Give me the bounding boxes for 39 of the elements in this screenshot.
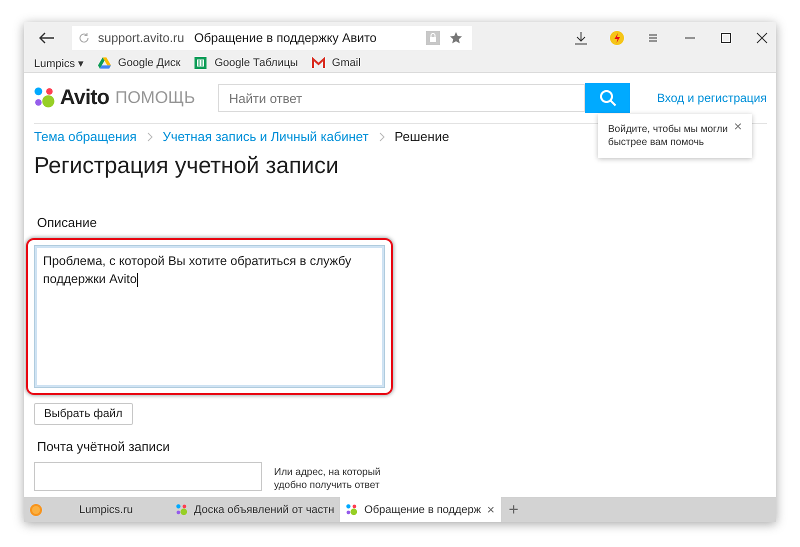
chevron-icon <box>146 132 153 142</box>
site-logo-icon <box>30 504 42 516</box>
bookmark-link[interactable]: Google Диск <box>118 57 180 69</box>
gmail-icon <box>312 57 325 69</box>
avito-dots-icon <box>176 504 188 516</box>
field-hint: Или адрес, на который удобно получить ответ <box>274 466 382 492</box>
star-icon[interactable] <box>450 32 462 44</box>
new-tab-button[interactable]: + <box>500 497 527 522</box>
email-field[interactable] <box>34 462 262 491</box>
lightning-icon[interactable] <box>610 31 624 45</box>
avito-dots-icon <box>34 87 56 109</box>
page-title: Обращение в поддержку Авито <box>194 31 378 45</box>
logo-text: Avito <box>60 86 110 110</box>
breadcrumb-item: Решение <box>394 129 450 144</box>
avito-dots-icon <box>346 504 358 516</box>
bookmark-link[interactable]: Lumpics ▾ <box>34 56 84 70</box>
description-field[interactable]: Проблема, с которой Вы хотите обратиться в службу поддержки Avito <box>34 245 385 388</box>
field-label: Почта учётной записи <box>37 439 171 454</box>
search-icon <box>598 89 616 107</box>
search-button[interactable] <box>585 83 630 113</box>
url-text: support.avito.ru <box>98 31 184 45</box>
choose-file-button[interactable]: Выбрать файл <box>34 403 133 425</box>
address-bar[interactable]: support.avito.ru Обращение в поддержку Авито <box>72 26 472 50</box>
drive-icon <box>98 57 112 69</box>
tooltip-text: Войдите, чтобы мы могли быстрее вам помочь <box>608 123 729 149</box>
chevron-icon <box>378 132 385 142</box>
download-icon[interactable] <box>574 31 588 45</box>
sheets-icon <box>194 57 208 69</box>
logo-subtitle: ПОМОЩЬ <box>115 88 196 108</box>
maximize-icon[interactable] <box>720 32 732 44</box>
field-label: Описание <box>37 215 98 230</box>
close-icon[interactable] <box>756 32 768 44</box>
search-field[interactable]: Найти ответ <box>218 84 585 112</box>
close-icon[interactable]: × <box>487 502 495 517</box>
browser-tab[interactable]: Обращение в поддерж × <box>340 497 501 522</box>
bookmark-link[interactable]: Google Таблицы <box>214 57 298 69</box>
bookmark-link[interactable]: Gmail <box>332 57 361 69</box>
page-heading: Регистрация учетной записи <box>34 152 339 179</box>
close-icon[interactable]: × <box>734 119 742 133</box>
